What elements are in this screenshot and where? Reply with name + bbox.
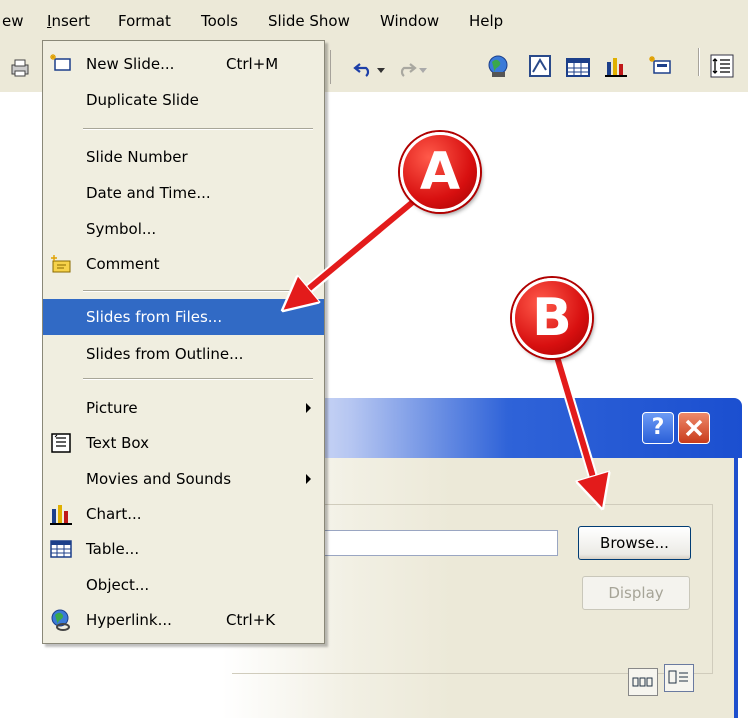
- menu-item-object[interactable]: Object...: [43, 568, 324, 602]
- menu-insert-label: nsert: [51, 12, 91, 30]
- callout-a: A: [400, 132, 480, 212]
- printer-icon[interactable]: [8, 56, 32, 80]
- menu-view[interactable]: ew: [2, 12, 24, 30]
- menu-item-slides-from-outline[interactable]: Slides from Outline...: [43, 337, 324, 371]
- file-path-input[interactable]: [322, 530, 558, 556]
- menu-item-chart[interactable]: Chart...: [43, 497, 324, 531]
- menu-separator: [83, 378, 313, 380]
- callout-b: B: [512, 278, 592, 358]
- menu-help[interactable]: Help: [469, 12, 503, 30]
- toolbar-separator: [330, 50, 331, 84]
- view-list-button[interactable]: [664, 664, 694, 692]
- menu-item-text-box[interactable]: Text Box: [43, 426, 324, 460]
- hyperlink-icon: [51, 609, 70, 631]
- menu-item-label: Text Box: [86, 434, 149, 452]
- menu-item-comment[interactable]: Comment: [43, 247, 324, 281]
- menu-item-label: Symbol...: [86, 220, 157, 238]
- globe-icon[interactable]: [486, 54, 510, 78]
- menu-item-new-slide[interactable]: New Slide... Ctrl+M: [43, 47, 324, 81]
- table-icon[interactable]: [566, 56, 590, 80]
- menu-item-label: Comment: [86, 255, 160, 273]
- table-icon: [50, 540, 72, 558]
- menu-item-label: Slides from Outline...: [86, 345, 244, 363]
- redo-dropdown-icon[interactable]: [416, 58, 430, 82]
- menu-format[interactable]: Format: [118, 12, 171, 30]
- menu-item-label: Hyperlink...: [86, 611, 172, 629]
- menu-item-picture[interactable]: Picture: [43, 391, 324, 425]
- menu-item-label: Slide Number: [86, 148, 188, 166]
- menu-slide-show[interactable]: Slide Show: [268, 12, 350, 30]
- chart-icon[interactable]: [604, 54, 628, 78]
- menu-item-duplicate-slide[interactable]: Duplicate Slide: [43, 83, 324, 117]
- menu-item-table[interactable]: Table...: [43, 532, 324, 566]
- menu-insert[interactable]: Insert: [47, 12, 90, 30]
- menu-item-label: Picture: [86, 399, 138, 417]
- menu-item-shortcut: Ctrl+K: [226, 611, 276, 629]
- redo-icon[interactable]: [394, 56, 418, 80]
- menu-item-label: Table...: [86, 540, 140, 558]
- slides-grid-icon: [632, 677, 653, 687]
- browse-button[interactable]: Browse...: [578, 526, 691, 560]
- undo-icon[interactable]: [352, 56, 376, 80]
- menu-item-date-and-time[interactable]: Date and Time...: [43, 176, 324, 210]
- line-spacing-icon[interactable]: [710, 54, 734, 78]
- comment-icon: [51, 255, 71, 273]
- close-icon: [685, 419, 703, 437]
- insert-menu: New Slide... Ctrl+M Duplicate Slide Slid…: [42, 40, 325, 644]
- menu-tools[interactable]: Tools: [201, 12, 238, 30]
- menu-window[interactable]: Window: [380, 12, 439, 30]
- toolbar-separator: [698, 48, 700, 76]
- menu-bar: ew Insert Format Tools Slide Show Window…: [0, 0, 748, 40]
- submenu-arrow-icon: [306, 403, 311, 413]
- menu-item-movies-and-sounds[interactable]: Movies and Sounds: [43, 462, 324, 496]
- insert-diagram-icon[interactable]: [528, 54, 552, 78]
- menu-separator: [83, 290, 313, 292]
- menu-item-shortcut: Ctrl+M: [226, 55, 279, 73]
- chart-icon: [50, 505, 72, 525]
- help-button[interactable]: ?: [642, 412, 674, 444]
- menu-item-label: Slides from Files...: [86, 308, 223, 326]
- new-slide-icon: [50, 54, 71, 71]
- view-slides-button[interactable]: [628, 668, 658, 696]
- menu-item-slide-number[interactable]: Slide Number: [43, 140, 324, 174]
- submenu-arrow-icon: [306, 474, 311, 484]
- slide-list-icon: [668, 670, 688, 684]
- menu-item-label: Chart...: [86, 505, 142, 523]
- menu-item-label: New Slide...: [86, 55, 175, 73]
- text-box-icon: [51, 433, 71, 453]
- menu-separator: [83, 128, 313, 130]
- display-button: Display: [582, 576, 690, 610]
- menu-item-label: Duplicate Slide: [86, 91, 199, 109]
- menu-item-label: Date and Time...: [86, 184, 211, 202]
- menu-item-symbol[interactable]: Symbol...: [43, 212, 324, 246]
- new-slide-icon[interactable]: [648, 54, 672, 78]
- menu-item-slides-from-files[interactable]: Slides from Files...: [43, 299, 324, 335]
- undo-dropdown-icon[interactable]: [374, 58, 388, 82]
- menu-item-label: Movies and Sounds: [86, 470, 232, 488]
- close-button[interactable]: [678, 412, 710, 444]
- menu-item-hyperlink[interactable]: Hyperlink... Ctrl+K: [43, 603, 324, 637]
- menu-item-label: Object...: [86, 576, 150, 594]
